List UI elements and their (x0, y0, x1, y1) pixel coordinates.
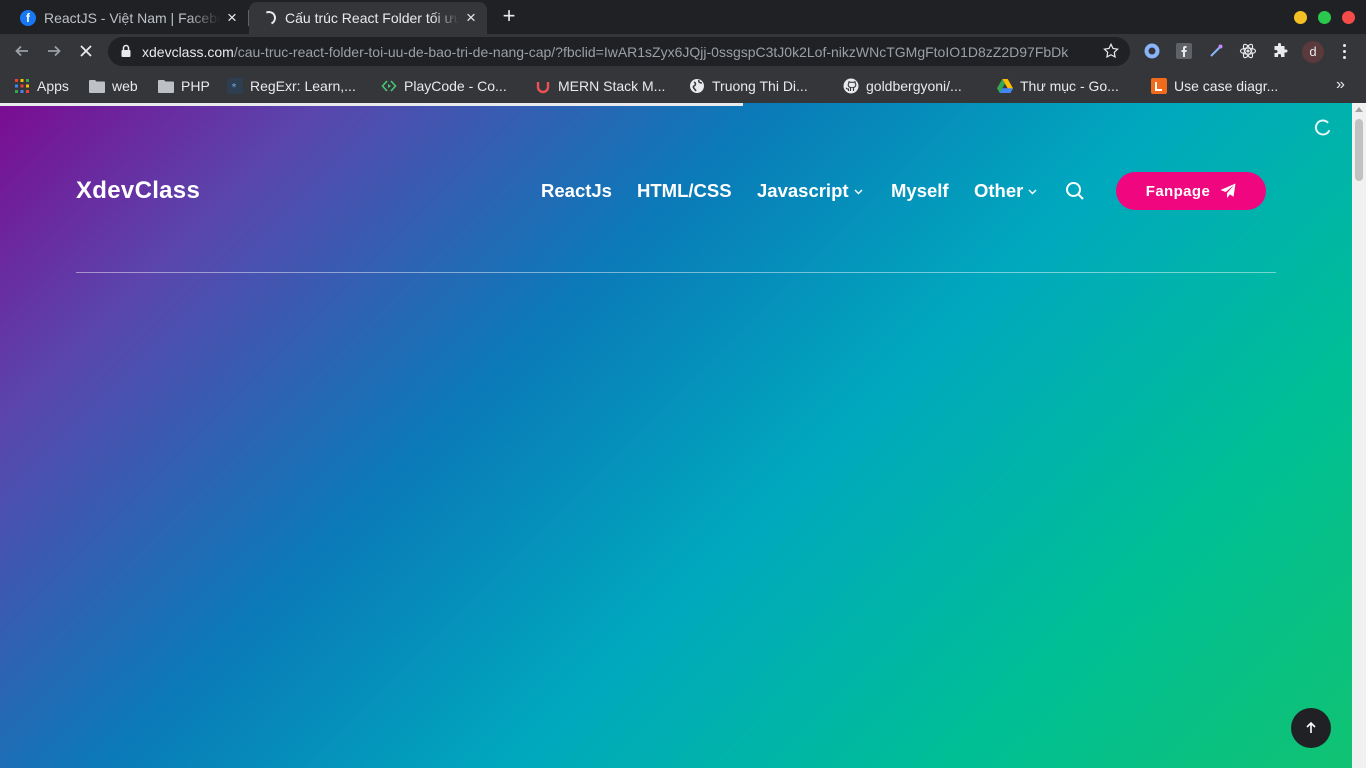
bookmark-google-drive[interactable]: Thư mục - Go... (997, 76, 1119, 96)
bookmark-label: MERN Stack M... (558, 78, 666, 94)
nav-item-label: Other (974, 180, 1024, 201)
scroll-up-arrow-icon[interactable] (1355, 107, 1363, 112)
vertical-scrollbar[interactable] (1352, 103, 1366, 768)
svg-text:*: * (231, 82, 237, 93)
extension-blue-circle-icon[interactable] (1142, 41, 1162, 61)
browser-menu-icon[interactable] (1336, 41, 1352, 61)
github-icon (843, 78, 859, 94)
bookmarks-bar: Apps web PHP * RegExr: Learn,... PlayCod… (0, 69, 1366, 103)
url-text: xdevclass.com/cau-truc-react-folder-toi-… (142, 44, 1092, 60)
nav-item-label: Myself (891, 180, 949, 201)
nav-item-label: HTML/CSS (637, 180, 732, 201)
bookmark-github-goldbergyoni[interactable]: goldbergyoni/... (843, 76, 962, 96)
bookmark-apps[interactable]: Apps (14, 76, 69, 96)
address-bar[interactable]: xdevclass.com/cau-truc-react-folder-toi-… (108, 37, 1130, 66)
page-viewport: XdevClass ReactJs HTML/CSS Javascript My… (0, 103, 1352, 768)
scrollbar-thumb[interactable] (1355, 119, 1363, 181)
close-icon[interactable]: × (224, 9, 240, 26)
extension-colorpicker-icon[interactable] (1206, 41, 1226, 61)
extensions-puzzle-icon[interactable] (1270, 41, 1290, 61)
arrow-up-icon (1306, 721, 1316, 733)
scroll-to-top-button[interactable] (1291, 708, 1331, 748)
close-icon[interactable]: × (463, 9, 479, 26)
chevron-down-icon (854, 187, 863, 198)
bookmark-playcode[interactable]: PlayCode - Co... (381, 76, 507, 96)
bookmark-label: PHP (181, 78, 210, 94)
lock-icon[interactable] (120, 44, 132, 63)
loading-spinner-icon (260, 9, 278, 27)
bookmark-label: Use case diagr... (1174, 78, 1279, 94)
bookmark-use-case-diagram[interactable]: Use case diagr... (1151, 76, 1278, 96)
bookmark-label: Apps (37, 78, 69, 94)
bookmark-label: Truong Thi Di... (712, 78, 808, 94)
stop-loading-button[interactable] (74, 39, 98, 63)
bookmark-label: RegExr: Learn,... (250, 78, 356, 94)
regexr-icon: * (227, 78, 243, 94)
forward-button[interactable] (42, 39, 66, 63)
close-window-button[interactable] (1342, 11, 1355, 24)
folder-icon (158, 78, 174, 94)
facebook-icon: f (20, 10, 36, 26)
tab-react-folder[interactable]: Cấu trúc React Folder tối ưu × (249, 2, 487, 34)
search-icon[interactable] (1064, 180, 1086, 202)
nav-item-other[interactable]: Other (974, 180, 1037, 202)
playcode-icon (381, 78, 397, 94)
udemy-icon (535, 78, 551, 94)
header-divider (76, 272, 1276, 273)
bookmark-mern-stack[interactable]: MERN Stack M... (535, 76, 665, 96)
nav-item-label: Javascript (757, 180, 849, 201)
fanpage-button[interactable]: Fanpage (1116, 172, 1266, 210)
bookmark-label: PlayCode - Co... (404, 78, 507, 94)
bookmark-folder-web[interactable]: web (89, 76, 138, 96)
nav-item-html-css[interactable]: HTML/CSS (637, 180, 732, 202)
chevron-down-icon (1028, 187, 1037, 198)
usecase-icon (1151, 78, 1167, 94)
nav-item-label: ReactJs (541, 180, 612, 201)
minimize-button[interactable] (1294, 11, 1307, 24)
back-button[interactable] (10, 39, 34, 63)
nav-item-javascript[interactable]: Javascript (757, 180, 863, 202)
tab-title: ReactJS - Việt Nam | Facebook (44, 10, 220, 26)
page-loading-progress-bar (0, 103, 743, 106)
tab-reactjs-vietnam[interactable]: f ReactJS - Việt Nam | Facebook × (8, 2, 248, 34)
nav-item-myself[interactable]: Myself (891, 180, 949, 202)
bookmark-truong-thi[interactable]: Truong Thi Di... (689, 76, 808, 96)
browser-toolbar: xdevclass.com/cau-truc-react-folder-toi-… (0, 34, 1366, 69)
new-tab-button[interactable]: + (498, 5, 520, 27)
extension-react-devtools-icon[interactable] (1238, 41, 1258, 61)
url-host: xdevclass.com (142, 44, 234, 60)
bookmark-label: goldbergyoni/... (866, 78, 962, 94)
tab-title: Cấu trúc React Folder tối ưu (285, 10, 459, 26)
globe-icon (689, 78, 705, 94)
bookmark-folder-php[interactable]: PHP (158, 76, 210, 96)
apps-grid-icon (14, 78, 30, 94)
tab-strip: f ReactJS - Việt Nam | Facebook × Cấu tr… (0, 0, 1366, 34)
bookmarks-overflow-chevron-icon[interactable]: » (1336, 76, 1345, 94)
bookmark-star-icon[interactable] (1102, 42, 1120, 65)
nav-item-reactjs[interactable]: ReactJs (541, 180, 612, 202)
maximize-button[interactable] (1318, 11, 1331, 24)
profile-avatar[interactable]: d (1302, 41, 1324, 63)
google-drive-icon (997, 78, 1013, 94)
extension-facebook-icon[interactable] (1174, 41, 1194, 61)
page-loading-spinner-icon (1314, 119, 1332, 137)
bookmark-label: Thư mục - Go... (1020, 78, 1119, 94)
site-logo[interactable]: XdevClass (76, 177, 200, 205)
url-path: /cau-truc-react-folder-toi-uu-de-bao-tri… (233, 44, 1069, 60)
bookmark-label: web (112, 78, 138, 94)
folder-icon (89, 78, 105, 94)
paper-plane-icon (1220, 183, 1236, 198)
fanpage-button-label: Fanpage (1145, 182, 1211, 200)
bookmark-regexr[interactable]: * RegExr: Learn,... (227, 76, 356, 96)
